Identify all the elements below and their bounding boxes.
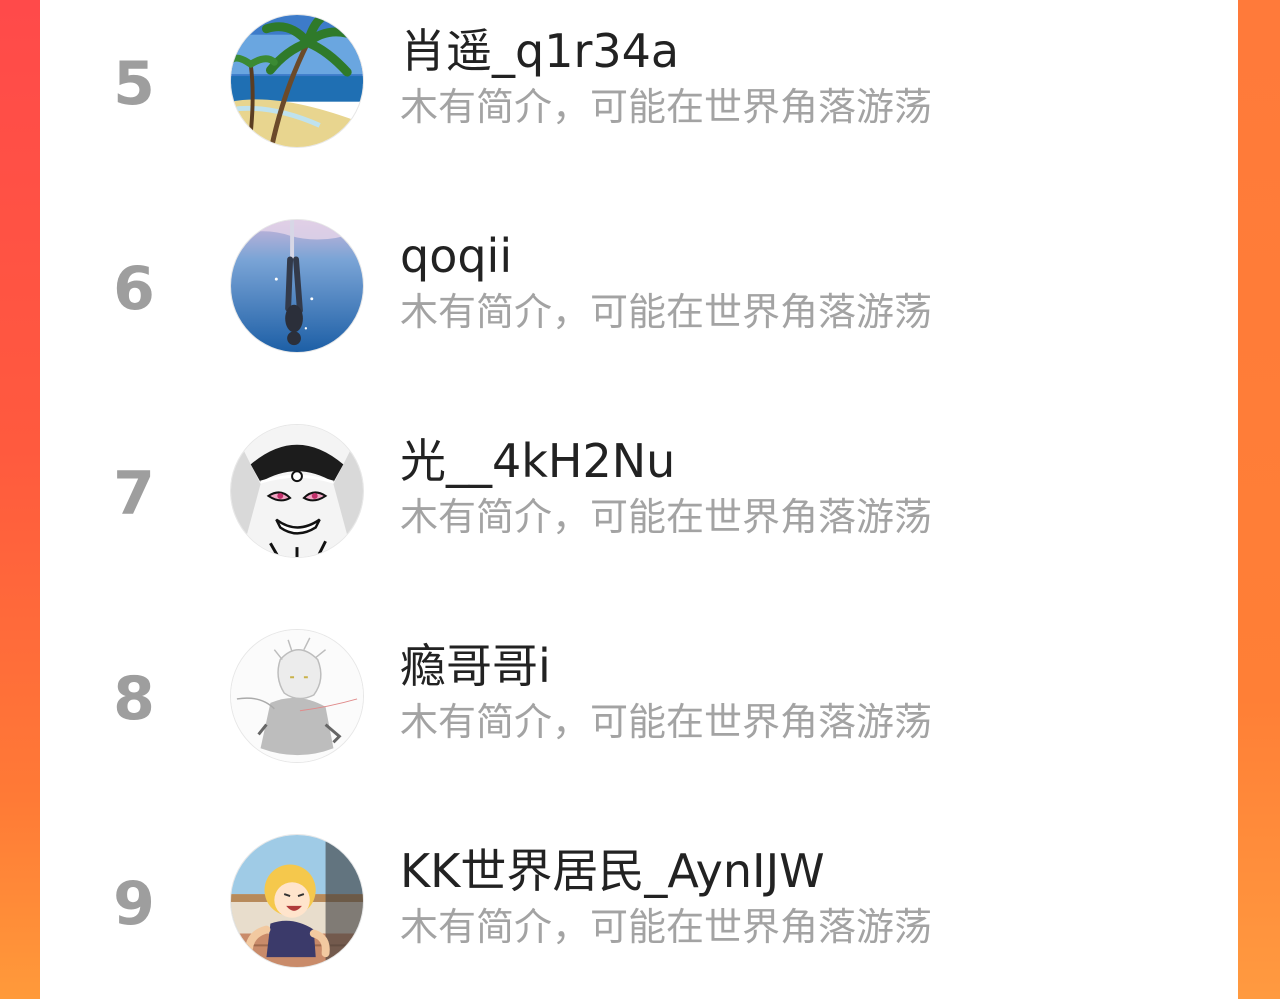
user-name[interactable]: 光__4kH2Nu [400, 438, 675, 484]
user-bio: 木有简介，可能在世界角落游荡 [400, 495, 933, 539]
user-name[interactable]: KK世界居民_AynIJW [400, 848, 825, 894]
rank-number: 8 [113, 664, 155, 734]
anime-crying-avatar-icon[interactable] [230, 834, 364, 968]
background-right-edge [1238, 0, 1280, 999]
manga-character-avatar-icon[interactable] [230, 424, 364, 558]
user-name[interactable]: 瘾哥哥i [400, 643, 551, 689]
user-bio: 木有简介，可能在世界角落游荡 [400, 85, 933, 129]
ranking-list-card: 5 肖遥_q1r34a 木有简介，可能在世界角落游荡 6 qoqii 木有简介，… [40, 0, 1238, 999]
user-bio: 木有简介，可能在世界角落游荡 [400, 700, 933, 744]
user-bio: 木有简介，可能在世界角落游荡 [400, 905, 933, 949]
diver-underwater-avatar-icon[interactable] [230, 219, 364, 353]
list-item[interactable]: 5 肖遥_q1r34a 木有简介，可能在世界角落游荡 [40, 2, 1238, 162]
user-name[interactable]: 肖遥_q1r34a [400, 28, 679, 74]
beach-palm-avatar-icon[interactable] [230, 14, 364, 148]
rank-number: 9 [113, 869, 155, 939]
list-item[interactable]: 9 KK世界居民_AynIJW 木有简介，可能在世界角落游荡 [40, 822, 1238, 982]
rank-number: 5 [113, 49, 155, 119]
list-item[interactable]: 8 瘾哥哥i 木有简介，可能在世界角落游荡 [40, 617, 1238, 777]
list-item[interactable]: 7 光__4kH2Nu 木有简介，可能在世界角落游荡 [40, 412, 1238, 572]
list-item[interactable]: 6 qoqii 木有简介，可能在世界角落游荡 [40, 207, 1238, 367]
user-bio: 木有简介，可能在世界角落游荡 [400, 290, 933, 334]
rank-number: 6 [113, 254, 155, 324]
rank-number: 7 [113, 459, 155, 529]
user-name[interactable]: qoqii [400, 233, 512, 279]
sketch-character-avatar-icon[interactable] [230, 629, 364, 763]
